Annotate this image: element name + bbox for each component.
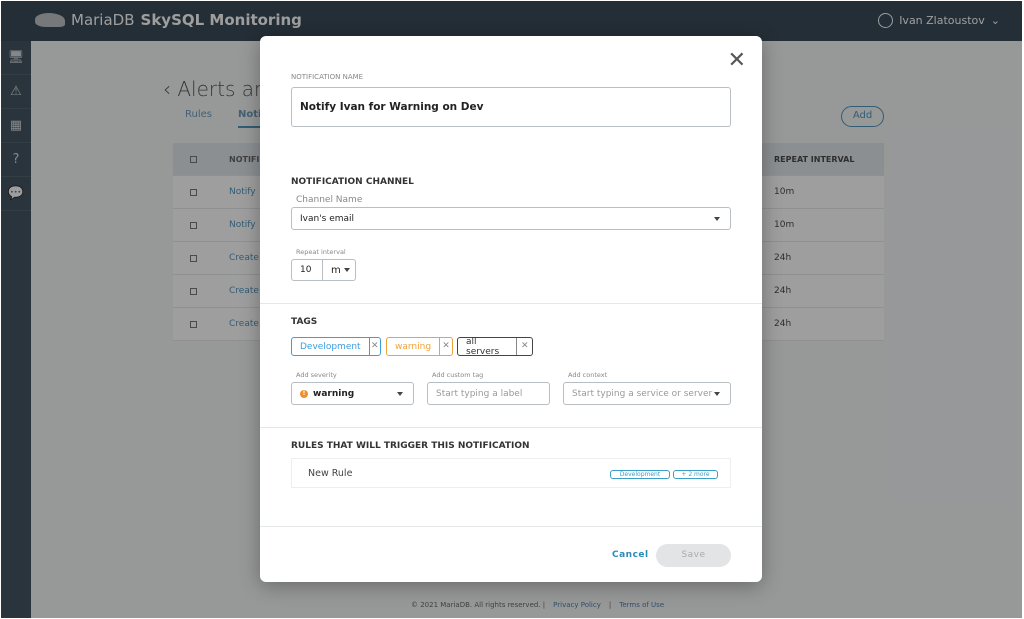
rule-tag: Development (610, 470, 670, 479)
tags-heading: TAGS (291, 317, 318, 327)
notification-modal: ✕ NOTIFICATION NAME Notify Ivan for Warn… (260, 36, 762, 582)
tag-label: warning (395, 341, 432, 352)
name-value: Notify Ivan for Warning on Dev (300, 101, 484, 113)
caret-down-icon (397, 391, 403, 399)
rule-more-tags[interactable]: + 2 more (673, 470, 718, 479)
severity-select[interactable]: ! warning (291, 382, 414, 405)
severity-label: Add severity (296, 371, 337, 379)
custom-tag-label: Add custom tag (432, 371, 484, 379)
channel-label: Channel Name (296, 195, 363, 205)
name-label: NOTIFICATION NAME (291, 73, 364, 81)
repeat-value: 10 (300, 265, 312, 275)
context-select[interactable]: Start typing a service or server (563, 382, 731, 405)
cancel-button[interactable]: Cancel (612, 550, 649, 560)
divider (260, 427, 762, 428)
caret-down-icon (344, 268, 350, 275)
channel-value: Ivan's email (300, 213, 355, 224)
rules-heading: RULES THAT WILL TRIGGER THIS NOTIFICATIO… (291, 441, 530, 451)
close-icon[interactable]: ✕ (728, 48, 746, 73)
repeat-unit: m (331, 264, 341, 276)
tag-all-servers: all servers ✕ (457, 336, 533, 357)
channel-heading: NOTIFICATION CHANNEL (291, 177, 414, 187)
context-label: Add context (568, 371, 608, 379)
channel-select[interactable]: Ivan's email (291, 207, 731, 230)
caret-down-icon (714, 216, 720, 224)
rule-row[interactable]: New Rule Development + 2 more (291, 458, 731, 488)
save-button[interactable]: Save (656, 544, 731, 567)
repeat-label: Repeat interval (296, 248, 346, 256)
tag-warning: warning ✕ (386, 337, 453, 356)
notification-name-input[interactable]: Notify Ivan for Warning on Dev (291, 87, 731, 127)
divider (260, 303, 762, 304)
remove-tag-icon[interactable]: ✕ (516, 338, 532, 355)
tag-development: Development ✕ (291, 337, 381, 356)
custom-tag-placeholder: Start typing a label (436, 388, 523, 399)
tag-label: all servers (466, 336, 500, 357)
remove-tag-icon[interactable]: ✕ (439, 338, 452, 355)
warning-icon: ! (300, 389, 308, 398)
context-placeholder: Start typing a service or server (572, 388, 713, 399)
caret-down-icon (714, 391, 720, 399)
custom-tag-input[interactable]: Start typing a label (427, 382, 550, 405)
rule-name: New Rule (308, 468, 353, 479)
repeat-unit-select[interactable]: m (322, 259, 356, 281)
repeat-value-input[interactable]: 10 (291, 259, 323, 281)
divider (260, 526, 762, 527)
remove-tag-icon[interactable]: ✕ (368, 338, 380, 355)
tag-label: Development (300, 341, 361, 352)
severity-value: warning (313, 388, 355, 399)
